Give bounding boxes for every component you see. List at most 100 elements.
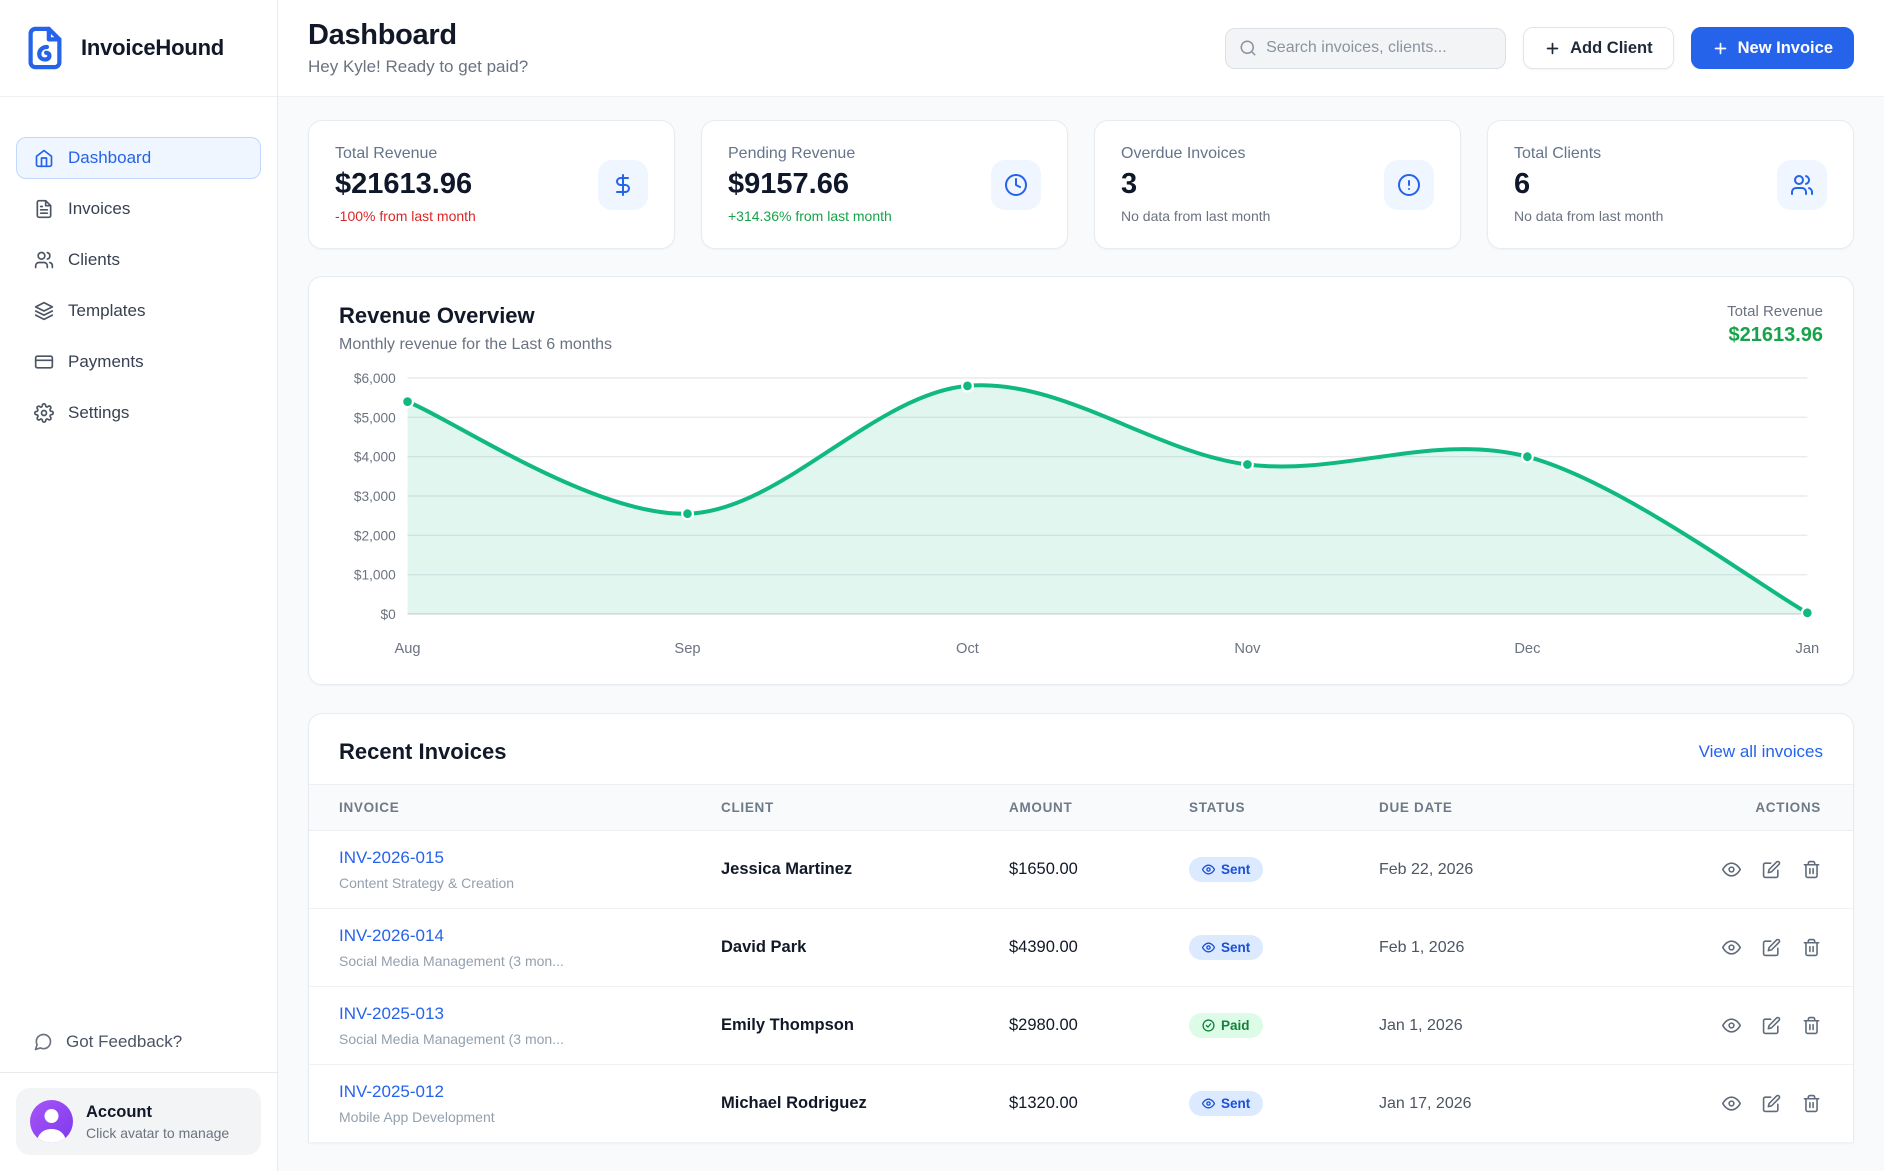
plus-icon xyxy=(1712,40,1729,57)
chart-total-label: Total Revenue xyxy=(1727,303,1823,320)
edit-invoice-button[interactable] xyxy=(1762,1094,1781,1113)
delete-invoice-button[interactable] xyxy=(1802,1016,1821,1035)
edit-invoice-button[interactable] xyxy=(1762,860,1781,879)
users-icon xyxy=(1777,160,1827,210)
invoices-title: Recent Invoices xyxy=(339,739,507,765)
view-all-invoices-link[interactable]: View all invoices xyxy=(1699,742,1823,762)
invoice-description: Mobile App Development xyxy=(339,1109,721,1125)
svg-text:Oct: Oct xyxy=(956,641,980,657)
stat-value: 6 xyxy=(1514,168,1663,201)
invoice-client: Emily Thompson xyxy=(721,987,1009,1065)
sidebar-item-label: Dashboard xyxy=(68,148,151,168)
brand-name: InvoiceHound xyxy=(81,35,224,61)
revenue-chart: $6,000$5,000$4,000$3,000$2,000$1,000$0Au… xyxy=(339,364,1823,664)
credit-card-icon xyxy=(34,352,54,372)
svg-text:Nov: Nov xyxy=(1234,641,1261,657)
new-invoice-button[interactable]: New Invoice xyxy=(1691,27,1854,69)
svg-text:$3,000: $3,000 xyxy=(354,488,396,504)
sidebar-item-payments[interactable]: Payments xyxy=(16,341,261,383)
stat-value: $21613.96 xyxy=(335,168,476,201)
feedback-button[interactable]: Got Feedback? xyxy=(0,1018,277,1072)
sidebar-item-label: Payments xyxy=(68,352,144,372)
invoices-table: INVOICE CLIENT AMOUNT STATUS DUE DATE AC… xyxy=(309,784,1853,1143)
account-text: Account Click avatar to manage xyxy=(86,1103,229,1141)
stat-card-overdue-invoices: Overdue Invoices 3 No data from last mon… xyxy=(1094,120,1461,249)
sidebar-item-label: Settings xyxy=(68,403,129,423)
delete-invoice-button[interactable] xyxy=(1802,1094,1821,1113)
svg-text:$0: $0 xyxy=(381,606,397,622)
status-label: Paid xyxy=(1221,1018,1250,1033)
view-invoice-button[interactable] xyxy=(1722,860,1741,879)
sidebar-item-dashboard[interactable]: Dashboard xyxy=(16,137,261,179)
sidebar-item-invoices[interactable]: Invoices xyxy=(16,188,261,230)
view-invoice-button[interactable] xyxy=(1722,1094,1741,1113)
status-label: Sent xyxy=(1221,862,1250,877)
search-box xyxy=(1225,28,1506,69)
status-badge: Sent xyxy=(1189,935,1263,960)
edit-invoice-button[interactable] xyxy=(1762,938,1781,957)
gear-icon xyxy=(34,403,54,423)
delete-invoice-button[interactable] xyxy=(1802,860,1821,879)
invoice-client: Jessica Martinez xyxy=(721,831,1009,909)
page-head: Dashboard Hey Kyle! Ready to get paid? xyxy=(308,19,528,77)
edit-invoice-button[interactable] xyxy=(1762,1016,1781,1035)
svg-text:Dec: Dec xyxy=(1514,641,1541,657)
brand: InvoiceHound xyxy=(0,0,277,97)
dollar-sign-icon xyxy=(598,160,648,210)
status-label: Sent xyxy=(1221,1096,1250,1111)
search-icon xyxy=(1239,39,1257,57)
eye-icon xyxy=(1202,863,1215,876)
invoice-id-link[interactable]: INV-2026-015 xyxy=(339,848,721,868)
stat-delta: -100% from last month xyxy=(335,208,476,224)
svg-text:$2,000: $2,000 xyxy=(354,527,396,543)
invoice-id-link[interactable]: INV-2026-014 xyxy=(339,926,721,946)
chart-head: Revenue Overview Monthly revenue for the… xyxy=(339,303,1823,354)
chart-subtitle: Monthly revenue for the Last 6 months xyxy=(339,336,612,354)
column-status: STATUS xyxy=(1189,785,1379,831)
add-client-button[interactable]: Add Client xyxy=(1523,27,1674,69)
page-greeting: Hey Kyle! Ready to get paid? xyxy=(308,57,528,77)
column-due-date: DUE DATE xyxy=(1379,785,1625,831)
layers-icon xyxy=(34,301,54,321)
stat-value: $9157.66 xyxy=(728,168,892,201)
home-icon xyxy=(34,148,54,168)
message-circle-icon xyxy=(33,1032,53,1052)
chart-total-value: $21613.96 xyxy=(1727,324,1823,347)
invoices-head: Recent Invoices View all invoices xyxy=(309,714,1853,784)
invoice-due-date: Feb 1, 2026 xyxy=(1379,909,1625,987)
invoice-id-link[interactable]: INV-2025-013 xyxy=(339,1004,721,1024)
stat-label: Total Revenue xyxy=(335,145,476,163)
eye-icon xyxy=(1202,941,1215,954)
account-section: Account Click avatar to manage xyxy=(0,1072,277,1171)
invoice-client: David Park xyxy=(721,909,1009,987)
delete-invoice-button[interactable] xyxy=(1802,938,1821,957)
avatar[interactable] xyxy=(30,1100,73,1143)
new-invoice-label: New Invoice xyxy=(1738,39,1833,58)
svg-text:Aug: Aug xyxy=(394,641,420,657)
view-invoice-button[interactable] xyxy=(1722,1016,1741,1035)
feedback-label: Got Feedback? xyxy=(66,1032,182,1052)
account-subtitle: Click avatar to manage xyxy=(86,1125,229,1141)
alert-circle-icon xyxy=(1384,160,1434,210)
sidebar: InvoiceHound Dashboard Invoices Clients xyxy=(0,0,278,1171)
svg-text:$6,000: $6,000 xyxy=(354,370,396,386)
row-actions xyxy=(1625,1094,1821,1113)
stat-label: Pending Revenue xyxy=(728,145,892,163)
file-text-icon xyxy=(34,199,54,219)
sidebar-item-clients[interactable]: Clients xyxy=(16,239,261,281)
invoice-amount: $2980.00 xyxy=(1009,987,1189,1065)
invoice-amount: $1320.00 xyxy=(1009,1065,1189,1143)
status-label: Sent xyxy=(1221,940,1250,955)
sidebar-item-templates[interactable]: Templates xyxy=(16,290,261,332)
account-card[interactable]: Account Click avatar to manage xyxy=(16,1088,261,1155)
view-invoice-button[interactable] xyxy=(1722,938,1741,957)
invoice-amount: $4390.00 xyxy=(1009,909,1189,987)
sidebar-item-settings[interactable]: Settings xyxy=(16,392,261,434)
invoice-due-date: Feb 22, 2026 xyxy=(1379,831,1625,909)
svg-text:Sep: Sep xyxy=(674,641,700,657)
search-input[interactable] xyxy=(1266,39,1492,57)
invoice-client: Michael Rodriguez xyxy=(721,1065,1009,1143)
sidebar-item-label: Invoices xyxy=(68,199,130,219)
invoice-id-link[interactable]: INV-2025-012 xyxy=(339,1082,721,1102)
revenue-overview-card: Revenue Overview Monthly revenue for the… xyxy=(308,276,1854,685)
